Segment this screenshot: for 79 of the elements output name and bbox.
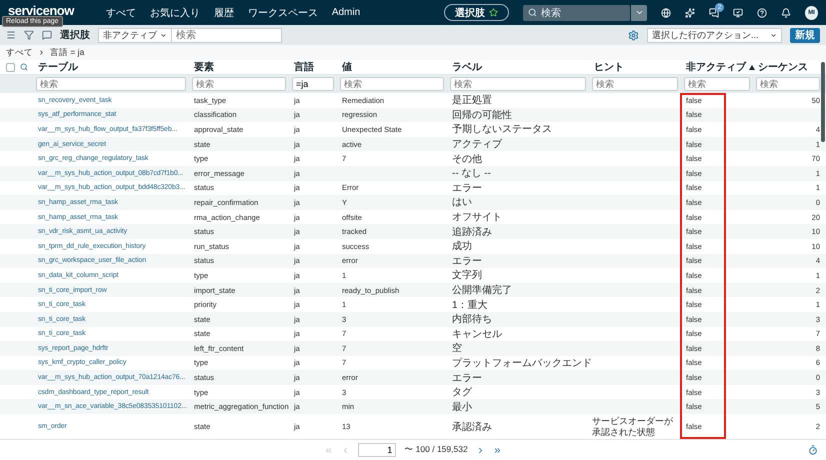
column-filter-field[interactable]: 検索: [192, 77, 286, 91]
search-icon: [528, 8, 538, 17]
monitor-icon[interactable]: [733, 8, 744, 18]
table-cell-text: 文字列: [451, 268, 482, 282]
settings-icon[interactable]: [628, 30, 639, 40]
nav-item[interactable]: 履歴: [214, 6, 234, 20]
new-button[interactable]: 新規: [790, 28, 820, 42]
table-cell-text: 1：重大: [451, 298, 488, 312]
filter-icon[interactable]: [24, 30, 34, 40]
help-icon[interactable]: [757, 8, 768, 18]
table-cell-text: 最小: [451, 400, 472, 414]
caret-icon: [160, 32, 167, 38]
column-header[interactable]: ラベル: [450, 60, 592, 74]
menu-icon[interactable]: [6, 30, 16, 40]
column-filter-field[interactable]: =ja: [292, 77, 334, 91]
timer-icon[interactable]: [808, 445, 818, 456]
table-cell-text: オフサイト: [451, 211, 502, 224]
table-cell-text: 公開準備完了: [451, 284, 512, 298]
breadcrumb-link[interactable]: 言語 = ja: [50, 46, 84, 58]
table-cell-text: サービスオーダーが承認された状態: [592, 416, 674, 437]
caret-icon: [634, 8, 644, 17]
nav-item[interactable]: Admin: [332, 7, 360, 18]
actions-select[interactable]: 選択した行のアクション...: [647, 28, 782, 42]
nav-item[interactable]: ワークスペース: [248, 6, 318, 20]
column-filter-field[interactable]: 検索: [684, 77, 750, 91]
search-icon[interactable]: [20, 63, 28, 71]
chat-icon[interactable]: [709, 8, 720, 18]
select-all-checkbox[interactable]: [6, 62, 15, 72]
column-filter-field[interactable]: 検索: [36, 77, 186, 91]
table-cell-text: 空: [451, 342, 462, 356]
list-title: 選択肢: [60, 28, 90, 42]
table-cell-text: 是正処置: [451, 94, 492, 108]
page-field[interactable]: 1: [358, 443, 396, 458]
last-page-button[interactable]: [492, 446, 502, 455]
globe-icon[interactable]: [661, 8, 672, 18]
field-select[interactable]: 非アクティブ: [98, 28, 172, 42]
table-cell-text: キャンセル: [451, 328, 502, 341]
column-filter-field[interactable]: 検索: [450, 77, 586, 91]
nav-item[interactable]: お気に入り: [150, 6, 200, 20]
logo[interactable]: servicenow: [8, 4, 74, 17]
table-cell-text: プラットフォームバックエンド: [451, 356, 592, 370]
caret-icon: [770, 32, 777, 38]
column-filter-field[interactable]: 検索: [340, 77, 444, 91]
table-cell-text: アクティブ: [451, 138, 502, 152]
table-cell-text: 追跡済み: [451, 226, 492, 239]
context-pill[interactable]: 選択肢: [444, 4, 510, 21]
search-dropdown[interactable]: [631, 4, 648, 20]
column-filter-field[interactable]: 検索: [592, 77, 678, 91]
nav-item[interactable]: すべて: [106, 6, 136, 20]
chevron-icon: [38, 49, 45, 56]
breadcrumb-link[interactable]: すべて: [6, 46, 33, 58]
table-cell-text: 回帰の可能性: [451, 108, 512, 122]
table-cell-text: エラー: [451, 254, 482, 268]
table-cell-text: 成功: [451, 240, 472, 254]
search-field[interactable]: 検索: [523, 4, 630, 20]
table-cell-text: タグ: [451, 386, 472, 400]
column-header[interactable]: 言語: [292, 60, 340, 74]
table-cell-text: エラー: [451, 372, 482, 385]
column-header[interactable]: 要素: [192, 60, 292, 74]
list-search-field[interactable]: 検索: [172, 28, 282, 42]
table-cell-text: 内部待ち: [451, 312, 492, 326]
table-cell-text: 予期しないステータス: [451, 122, 552, 136]
star-icon[interactable]: [489, 8, 498, 17]
column-filter-field[interactable]: 検索: [756, 77, 820, 91]
sparkle-icon[interactable]: [685, 8, 696, 18]
comment-icon[interactable]: [42, 30, 52, 40]
column-header[interactable]: テーブル: [36, 60, 192, 74]
table-cell-text: その他: [451, 152, 482, 166]
column-header[interactable]: シーケンス: [756, 60, 826, 74]
column-header[interactable]: ヒント: [592, 60, 684, 74]
table-cell-text: -- なし --: [451, 167, 491, 180]
table-cell-text: エラー: [451, 182, 482, 195]
column-header[interactable]: 非アクティブ: [684, 60, 756, 74]
page-range: 〜 100 / 159,532: [404, 444, 468, 456]
table-cell-text: はい: [451, 196, 472, 210]
scrollbar-thumb[interactable]: [821, 62, 825, 142]
table-cell-text: 承認済み: [451, 420, 492, 434]
column-header[interactable]: 値: [340, 60, 450, 74]
bell-icon[interactable]: [781, 8, 792, 18]
